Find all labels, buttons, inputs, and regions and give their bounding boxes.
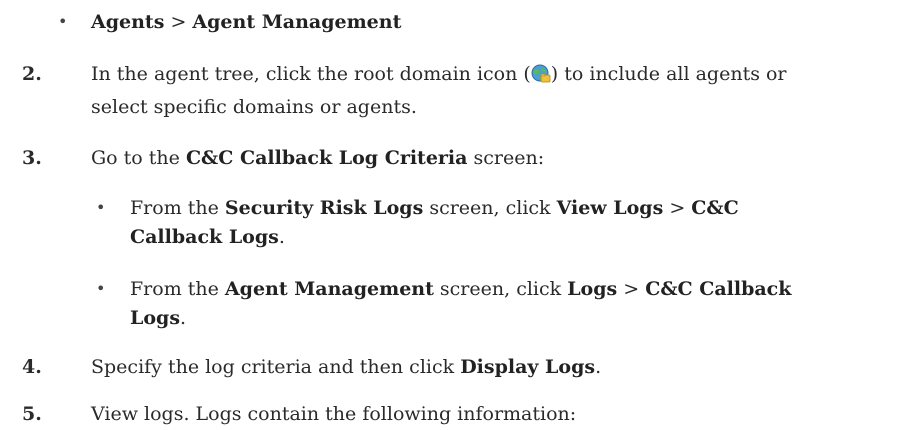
step-text: Specify the log criteria and then click …	[91, 356, 602, 378]
bullet: •	[96, 198, 106, 217]
nav-agents: Agents	[91, 11, 165, 33]
bullet: •	[96, 279, 106, 298]
step-number: 5.	[22, 403, 42, 425]
step-text: In the agent tree, click the root domain…	[91, 63, 787, 85]
nav-agent-management: Agent Management	[192, 11, 402, 33]
nav-path: Agents > Agent Management	[91, 11, 402, 33]
step-number: 3.	[22, 147, 42, 169]
step-number: 2.	[22, 63, 42, 85]
step-number: 4.	[22, 356, 42, 378]
globe-folder-icon	[531, 63, 551, 83]
bullet: •	[58, 12, 68, 31]
step-text: View logs. Logs contain the following in…	[91, 403, 577, 425]
step-text: Go to the C&C Callback Log Criteria scre…	[91, 147, 545, 169]
document-page: • Agents > Agent Management 2. In the ag…	[0, 0, 913, 430]
